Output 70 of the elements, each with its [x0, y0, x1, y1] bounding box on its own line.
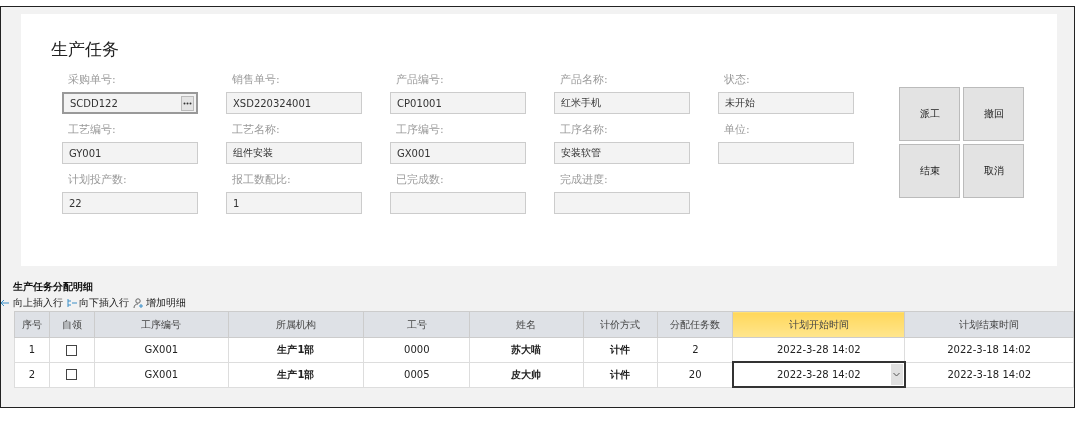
input-field[interactable] — [390, 192, 526, 214]
field-label: 产品名称: — [559, 72, 609, 87]
column-header[interactable]: 计价方式 — [583, 311, 658, 338]
action-button[interactable]: 取消 — [963, 144, 1024, 198]
field-label: 状态: — [723, 72, 751, 87]
action-button[interactable]: 派工 — [899, 87, 960, 141]
action-button[interactable]: 撤回 — [963, 87, 1024, 141]
insert-row-icon — [1, 298, 11, 308]
field-label: 工序编号: — [395, 122, 445, 137]
checkbox[interactable] — [66, 369, 78, 381]
input-field[interactable]: 22 — [62, 192, 198, 214]
section-title: 生产任务分配明细 — [13, 280, 94, 294]
action-button[interactable]: 结束 — [899, 144, 960, 198]
table-cell: 计件 — [583, 362, 658, 387]
input-field[interactable]: 红米手机 — [554, 92, 690, 114]
column-header[interactable]: 分配任务数 — [657, 311, 733, 338]
column-header[interactable]: 计划结束时间 — [904, 311, 1074, 338]
field-label: 销售单号: — [231, 72, 281, 87]
field-label: 工序名称: — [559, 122, 609, 137]
field-label: 报工数配比: — [231, 172, 292, 187]
add-person-icon — [133, 297, 144, 309]
input-field[interactable]: 组件安装 — [226, 142, 362, 164]
lookup-field[interactable]: SCDD122 — [62, 92, 198, 114]
page-title: 生产任务 — [51, 38, 120, 61]
input-field[interactable]: CP01001 — [390, 92, 526, 114]
table-cell: 2022-3-18 14:02 — [904, 337, 1074, 362]
ellipsis-icon — [183, 101, 192, 105]
field-label: 计划投产数: — [67, 172, 128, 187]
table-cell: 苏大喵 — [469, 337, 583, 362]
input-field[interactable]: XSD220324001 — [226, 92, 362, 114]
field-label: 工艺编号: — [67, 122, 117, 137]
field-label: 已完成数: — [395, 172, 445, 187]
column-header[interactable]: 姓名 — [469, 311, 583, 338]
column-header[interactable]: 序号 — [14, 311, 50, 338]
field-label: 工艺名称: — [231, 122, 281, 137]
table-cell: GX001 — [94, 362, 228, 387]
table-cell: 生产1部 — [228, 337, 364, 362]
column-header[interactable]: 自领 — [49, 311, 95, 338]
input-field[interactable]: GY001 — [62, 142, 198, 164]
table-cell: 2022-3-18 14:02 — [904, 362, 1074, 387]
field-label: 单位: — [723, 122, 751, 137]
toolbar-button[interactable]: 增加明细 — [133, 296, 186, 310]
table-cell: 0005 — [363, 362, 470, 387]
chevron-down-icon — [893, 372, 901, 377]
toolbar-button[interactable]: 向下插入行 — [67, 296, 129, 310]
column-header[interactable]: 所属机构 — [228, 311, 364, 338]
checkbox[interactable] — [66, 344, 78, 356]
toolbar-button[interactable]: 向上插入行 — [1, 296, 63, 310]
date-picker[interactable]: 2022-3-28 14:02 — [733, 362, 905, 387]
ellipsis-button[interactable] — [181, 95, 194, 111]
row-number: 2 — [14, 362, 50, 387]
field-label: 采购单号: — [67, 72, 117, 87]
field-label: 完成进度: — [559, 172, 609, 187]
table-cell: 生产1部 — [228, 362, 364, 387]
input-field[interactable]: 安装软管 — [554, 142, 690, 164]
field-label: 产品编号: — [395, 72, 445, 87]
row-number: 1 — [14, 337, 50, 362]
table-cell: 皮大帅 — [469, 362, 583, 387]
input-field[interactable]: 未开始 — [718, 92, 854, 114]
column-header[interactable]: 工序编号 — [94, 311, 228, 338]
table-cell: 0000 — [363, 337, 470, 362]
input-field[interactable] — [718, 142, 854, 164]
column-header[interactable]: 计划开始时间 — [733, 311, 905, 338]
dropdown-button[interactable] — [890, 364, 903, 385]
table-cell: GX001 — [94, 337, 228, 362]
input-field[interactable]: GX001 — [390, 142, 526, 164]
column-header[interactable]: 工号 — [363, 311, 470, 338]
insert-row-icon — [67, 298, 77, 308]
input-field[interactable]: 1 — [226, 192, 362, 214]
input-field[interactable] — [554, 192, 690, 214]
